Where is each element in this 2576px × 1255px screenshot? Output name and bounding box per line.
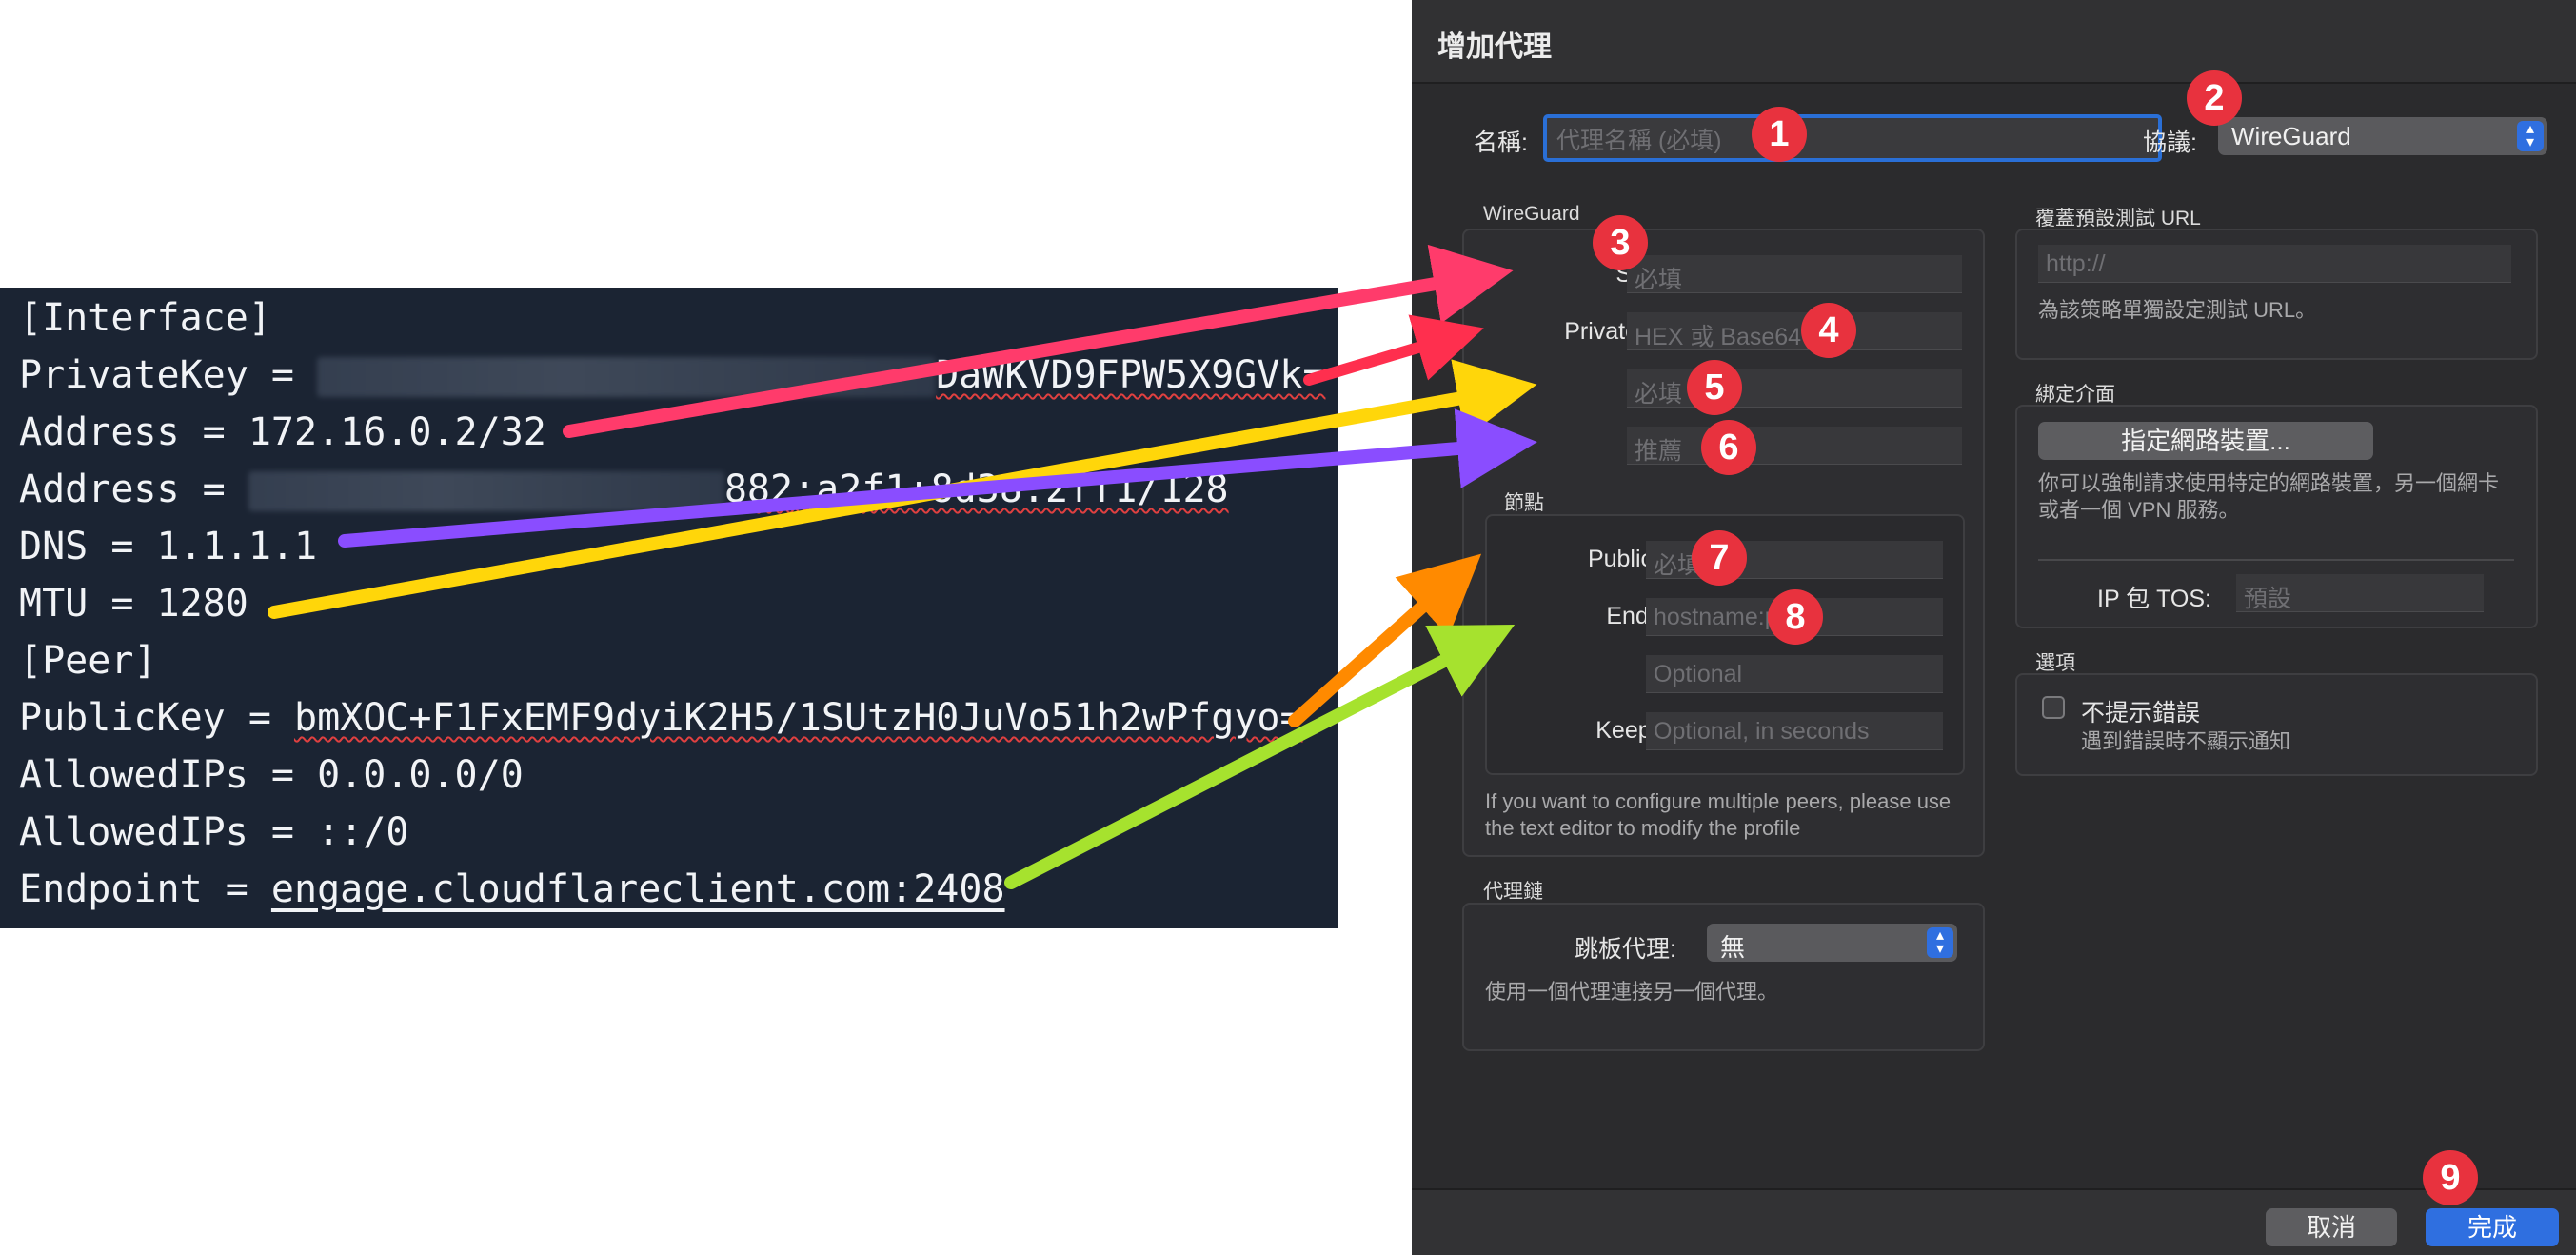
dns-input[interactable]: 推薦	[1627, 427, 1962, 465]
jump-proxy-value: 無	[1720, 933, 1746, 962]
tos-label: IP 包 TOS:	[2097, 586, 2211, 612]
step-badge-3: 3	[1593, 215, 1648, 270]
multi-peer-note: If you want to configure multiple peers,…	[1485, 789, 1952, 840]
test-url-section-title: 覆蓋預設測試 URL	[2035, 208, 2201, 229]
select-network-device-button[interactable]: 指定網路裝置...	[2038, 422, 2373, 460]
tos-input[interactable]: 預設	[2236, 574, 2484, 612]
address-v6-tail: 882:a2f1:8d38:2ff1/128	[723, 468, 1229, 511]
code-line-peer: [Peer]	[19, 639, 157, 683]
proxy-chain-section-title: 代理鏈	[1483, 881, 1543, 903]
self-ip-input[interactable]: 必填	[1627, 255, 1962, 293]
add-proxy-dialog: 增加代理 名稱: 代理名稱 (必填) 協議: WireGuard ▴ ▾ Wire…	[1412, 0, 2576, 1255]
name-label: 名稱:	[1474, 129, 1528, 156]
protocol-value: WireGuard	[2231, 122, 2351, 150]
proxy-name-input[interactable]: 代理名稱 (必填)	[1543, 114, 2162, 162]
done-button[interactable]: 完成	[2426, 1208, 2559, 1246]
dialog-title: 增加代理	[1437, 31, 1552, 63]
no-error-label: 不提示錯誤	[2081, 700, 2201, 727]
cancel-button[interactable]: 取消	[2266, 1208, 2397, 1246]
test-url-note: 為該策略單獨設定測試 URL。	[2038, 298, 2317, 322]
peer-section-title: 節點	[1504, 492, 1544, 514]
code-key-label: Address =	[19, 468, 248, 511]
keepalive-input[interactable]: Optional, in seconds	[1646, 712, 1943, 750]
code-line-allowed-ips-v6: AllowedIPs = ::/0	[19, 810, 409, 854]
dialog-title-bar: 增加代理	[1412, 0, 2576, 84]
public-key-value: bmXOC+F1FxEMF9dyiK2H5/1SUtzH0JuVo51h2wPf…	[293, 696, 1303, 740]
code-line-mtu: MTU = 1280	[19, 582, 248, 626]
code-line-interface: [Interface]	[19, 296, 271, 340]
step-badge-5: 5	[1687, 360, 1742, 415]
endpoint-value: engage.cloudflareclient.com:2408	[270, 867, 1005, 911]
jump-proxy-label: 跳板代理:	[1575, 936, 1676, 963]
step-badge-4: 4	[1801, 303, 1856, 358]
protocol-select[interactable]: WireGuard ▴ ▾	[2218, 117, 2547, 155]
test-url-input[interactable]: http://	[2038, 245, 2511, 283]
redacted-address	[248, 471, 724, 511]
step-badge-7: 7	[1692, 530, 1747, 586]
proxy-chain-note: 使用一個代理連接另一個代理。	[1485, 980, 1779, 1004]
code-line-public-key: PublicKey = bmXOC+F1FxEMF9dyiK2H5/1SUtzH…	[19, 694, 1303, 742]
bind-interface-note: 你可以強制請求使用特定的網路裝置，另一個網卡或者一個 VPN 服務。	[2038, 471, 2500, 522]
code-line-private-key: PrivateKey = DaWKVD9FPW5X9GVk=	[19, 351, 1325, 399]
step-badge-2: 2	[2187, 70, 2242, 126]
bind-interface-section-title: 綁定介面	[2035, 384, 2115, 406]
dialog-footer: 取消 完成	[1412, 1188, 2576, 1255]
private-key-input[interactable]: HEX 或 Base64	[1627, 312, 1962, 350]
code-line-endpoint: Endpoint = engage.cloudflareclient.com:2…	[19, 866, 1005, 913]
redacted-private-key	[317, 357, 937, 397]
no-error-checkbox[interactable]	[2042, 696, 2065, 719]
step-badge-8: 8	[1768, 589, 1823, 645]
code-line-address-v6: Address = 882:a2f1:8d38:2ff1/128	[19, 466, 1229, 513]
mtu-input[interactable]: 必填	[1627, 369, 1962, 408]
chevron-updown-icon: ▴ ▾	[1927, 927, 1953, 958]
private-key-tail: DaWKVD9FPW5X9GVk=	[936, 353, 1326, 397]
code-line-dns: DNS = 1.1.1.1	[19, 525, 318, 568]
wireguard-config-text: [Interface] PrivateKey = DaWKVD9FPW5X9GV…	[0, 288, 1338, 928]
step-badge-6: 6	[1701, 420, 1756, 475]
wireguard-section-title: WireGuard	[1483, 203, 1580, 225]
step-badge-1: 1	[1752, 107, 1807, 162]
public-key-input[interactable]: 必填	[1646, 541, 1943, 579]
code-line-allowed-ips-v4: AllowedIPs = 0.0.0.0/0	[19, 753, 524, 797]
code-key-label: PublicKey =	[19, 696, 294, 740]
chevron-updown-icon: ▴ ▾	[2517, 121, 2544, 151]
psk-input[interactable]: Optional	[1646, 655, 1943, 693]
protocol-label: 協議:	[2143, 129, 2197, 156]
no-error-note: 遇到錯誤時不顯示通知	[2081, 729, 2291, 753]
code-line-address-v4: Address = 172.16.0.2/32	[19, 410, 546, 454]
step-badge-9: 9	[2423, 1150, 2478, 1205]
jump-proxy-select[interactable]: 無 ▴ ▾	[1707, 924, 1957, 962]
code-key-label: Endpoint =	[19, 867, 271, 911]
options-section-title: 選項	[2035, 652, 2075, 674]
code-key-label: PrivateKey =	[19, 353, 318, 397]
bind-interface-divider	[2038, 559, 2514, 561]
